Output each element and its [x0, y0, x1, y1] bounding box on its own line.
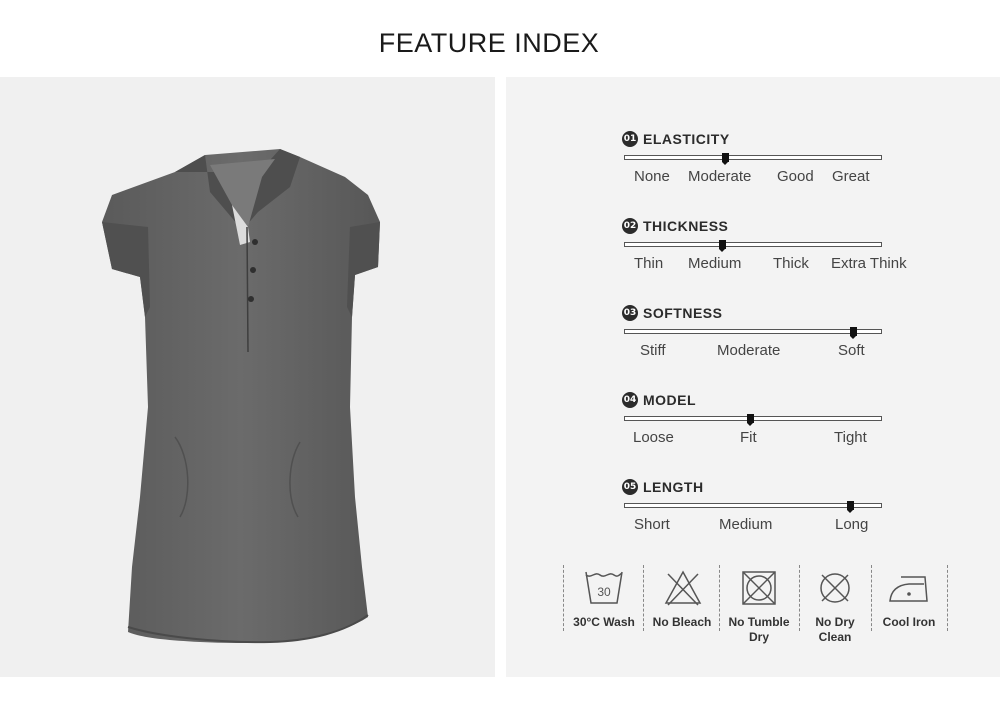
feature-thickness: 02 THICKNESS Thin Medium Thick Extra Think	[622, 218, 907, 272]
level-marker	[747, 414, 755, 426]
level-labels: Short Medium Long	[622, 516, 922, 536]
level-label: Loose	[633, 429, 674, 446]
care-instructions: 30 30°C Wash No Bleach No Tumble Dry No …	[563, 565, 953, 649]
care-label-line: Dry	[748, 630, 769, 644]
level-labels: None Moderate Good Great	[622, 168, 922, 188]
level-label: Moderate	[688, 168, 752, 185]
level-label: Tight	[834, 429, 867, 446]
care-label-line: Clean	[818, 630, 852, 644]
level-label: Long	[835, 516, 869, 533]
care-item-cool-iron: Cool Iron	[871, 565, 947, 649]
care-item-no-bleach: No Bleach	[645, 565, 719, 649]
feature-name: THICKNESS	[643, 218, 729, 234]
feature-number-badge: 03	[622, 305, 638, 321]
product-image-panel	[0, 77, 495, 677]
feature-softness: 03 SOFTNESS Stiff Moderate Soft	[622, 305, 892, 359]
care-item-wash: 30 30°C Wash	[565, 565, 643, 649]
level-label: Moderate	[717, 342, 781, 359]
feature-header: 05 LENGTH	[622, 479, 892, 497]
level-labels: Loose Fit Tight	[622, 429, 922, 449]
care-label: No Dry Clean	[799, 615, 871, 645]
care-label-line: Cool Iron	[882, 615, 936, 629]
feature-header: 01 ELASTICITY	[622, 131, 892, 149]
feature-number-badge: 05	[622, 479, 638, 495]
feature-name: LENGTH	[643, 479, 704, 495]
level-marker	[719, 240, 727, 252]
level-marker	[849, 327, 857, 339]
level-marker	[847, 501, 855, 513]
feature-number-badge: 02	[622, 218, 638, 234]
level-track	[624, 240, 882, 252]
feature-length: 05 LENGTH Short Medium Long	[622, 479, 892, 533]
feature-number-badge: 04	[622, 392, 638, 408]
level-label: Medium	[719, 516, 773, 533]
feature-header: 02 THICKNESS	[622, 218, 892, 236]
level-label: Fit	[740, 429, 757, 446]
feature-header: 04 MODEL	[622, 392, 892, 410]
feature-name: MODEL	[643, 392, 697, 408]
level-labels: Stiff Moderate Soft	[622, 342, 922, 362]
care-label: 30°C Wash	[565, 615, 643, 630]
level-label: Soft	[838, 342, 865, 359]
divider	[947, 565, 948, 631]
care-label: No Tumble Dry	[719, 615, 799, 645]
feature-number-badge: 01	[622, 131, 638, 147]
care-label: No Bleach	[645, 615, 719, 630]
no-dry-clean-icon	[820, 573, 850, 603]
level-track	[624, 414, 882, 426]
level-label: Thin	[634, 255, 664, 272]
level-label: None	[634, 168, 670, 185]
level-label: Short	[634, 516, 670, 533]
level-track	[624, 153, 882, 165]
care-item-no-dry-clean: No Dry Clean	[799, 565, 871, 649]
care-label-line: No Dry	[815, 615, 855, 629]
divider	[563, 565, 564, 631]
no-tumble-dry-icon	[742, 571, 776, 605]
feature-model: 04 MODEL Loose Fit Tight	[622, 392, 892, 446]
feature-header: 03 SOFTNESS	[622, 305, 892, 323]
level-label: Medium	[688, 255, 742, 272]
divider	[643, 565, 644, 631]
care-label: Cool Iron	[871, 615, 947, 630]
feature-panel: 01 ELASTICITY None Moderate Good Great 02 THICK…	[506, 77, 1000, 677]
dress-image	[102, 149, 380, 644]
no-bleach-icon	[664, 570, 702, 606]
wash-30-icon: 30	[585, 571, 623, 604]
feature-elasticity: 01 ELASTICITY None Moderate Good Great	[622, 131, 892, 185]
care-item-no-tumble-dry: No Tumble Dry	[719, 565, 799, 649]
care-label-line: No Bleach	[652, 615, 712, 629]
feature-name: ELASTICITY	[643, 131, 730, 147]
page-title: FEATURE INDEX	[378, 28, 600, 58]
level-track	[624, 501, 882, 513]
level-track	[624, 327, 882, 339]
level-label: Good	[777, 168, 814, 185]
wash-temperature: 30	[597, 585, 611, 599]
level-label: Great	[832, 168, 870, 185]
level-labels: Thin Medium Thick Extra Think	[622, 255, 922, 275]
level-label: Thick	[773, 255, 809, 272]
level-label: Extra Think	[831, 255, 907, 272]
feature-name: SOFTNESS	[643, 305, 723, 321]
care-label-line: No Tumble	[728, 615, 790, 629]
care-label-line: 30°C Wash	[573, 615, 635, 629]
level-marker	[721, 153, 729, 165]
level-label: Stiff	[640, 342, 666, 359]
cool-iron-icon	[889, 576, 928, 602]
